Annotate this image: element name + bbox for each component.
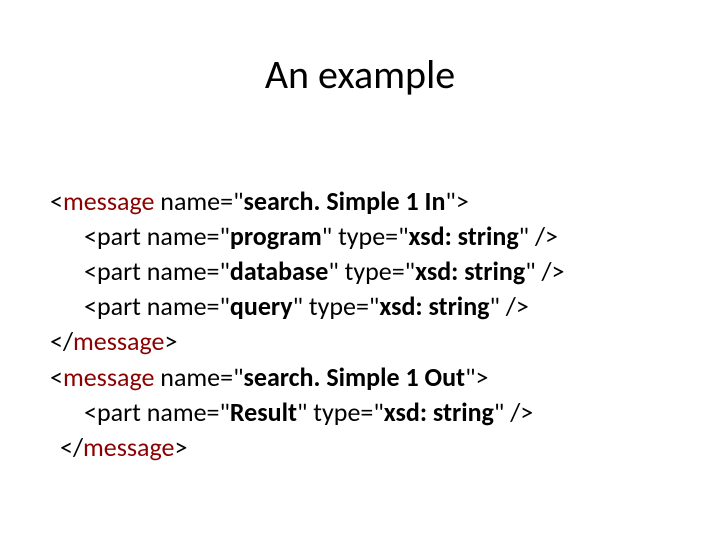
slide: An example <message name="search. Simple… <box>0 0 720 540</box>
code-line-5: </message> <box>50 325 177 357</box>
code-line-1: <message name="search. Simple 1 In"> <box>50 185 469 217</box>
code-block: <message name="search. Simple 1 In"> <pa… <box>50 149 670 500</box>
code-line-4: <part name="query" type="xsd: string" /> <box>50 290 529 322</box>
code-line-3: <part name="database" type="xsd: string"… <box>50 255 565 287</box>
code-line-6: <message name="search. Simple 1 Out"> <box>50 361 488 393</box>
code-line-7: <part name="Result" type="xsd: string" /… <box>50 396 533 428</box>
slide-title: An example <box>50 50 670 99</box>
code-line-2: <part name="program" type="xsd: string" … <box>50 220 558 252</box>
code-line-8: </message> <box>50 431 187 463</box>
